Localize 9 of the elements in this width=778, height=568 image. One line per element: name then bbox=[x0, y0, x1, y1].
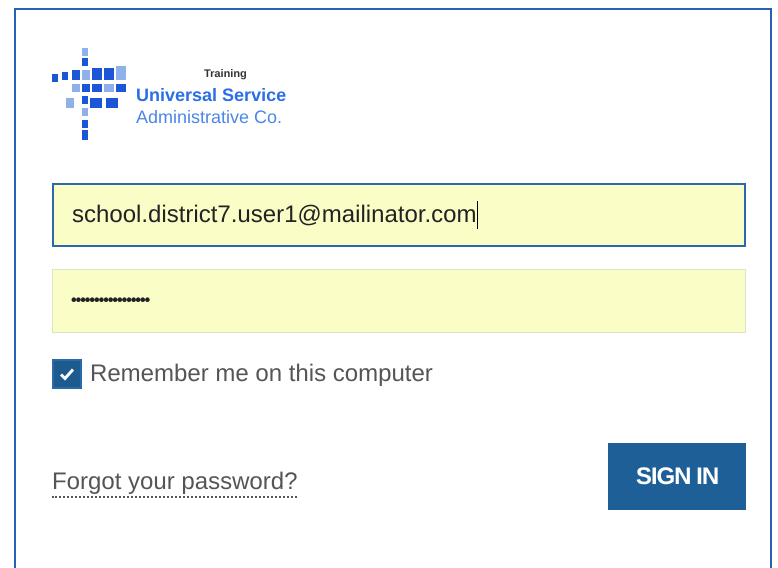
remember-checkbox[interactable] bbox=[52, 359, 82, 389]
logo-title: Universal Service bbox=[136, 84, 286, 106]
remember-label: Remember me on this computer bbox=[90, 360, 433, 388]
forgot-password-link[interactable]: Forgot your password? bbox=[52, 468, 298, 498]
logo-badge-text: Training bbox=[204, 68, 248, 80]
logo-subtitle: Administrative Co. bbox=[136, 106, 284, 128]
password-field[interactable]: ••••••••••••••••• bbox=[52, 269, 746, 333]
email-field[interactable]: school.district7.user1@mailinator.com bbox=[52, 183, 746, 247]
sign-in-button[interactable]: SIGN IN bbox=[608, 443, 746, 510]
